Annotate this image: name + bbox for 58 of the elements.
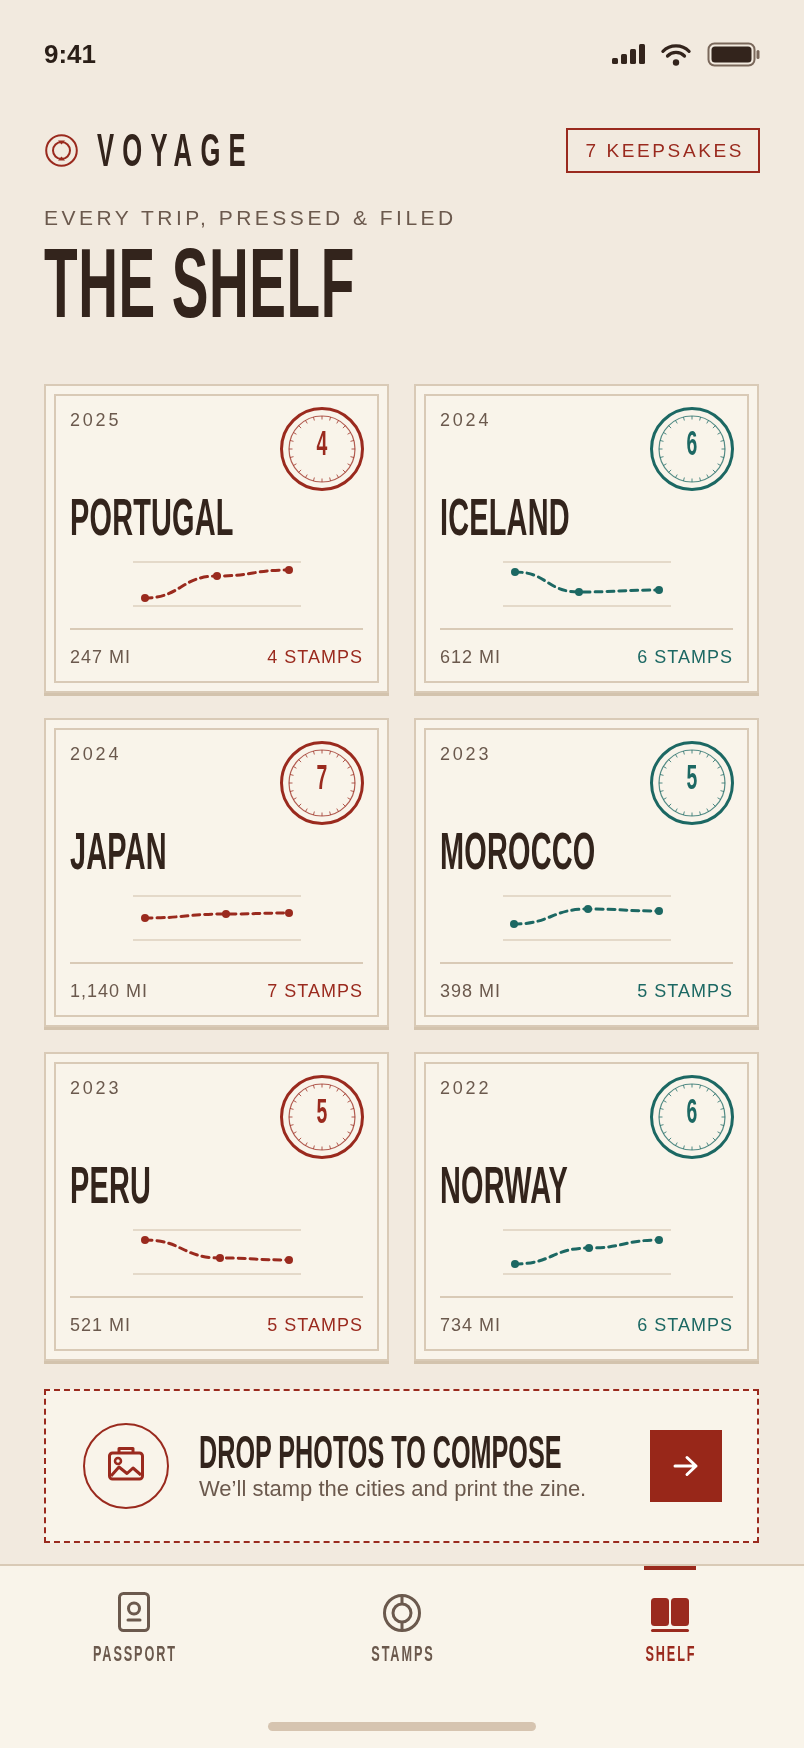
arrow-button[interactable] [650, 1430, 722, 1502]
trip-year: 2023 [440, 743, 492, 765]
photo-dropzone[interactable]: DROP PHOTOS TO COMPOSE We’ll stamp the cities and print the zine. [44, 1389, 759, 1543]
circular-arrows-icon [45, 134, 78, 167]
stamp-count: 5 STAMPS [637, 980, 733, 1002]
tab-button[interactable]: PASSPORT [0, 1566, 268, 1666]
trip-year: 2024 [70, 743, 122, 765]
ring-icon [383, 1594, 421, 1633]
trip-year: 2023 [70, 1077, 122, 1099]
battery-icon [707, 41, 760, 67]
country-name: PORTUGAL [70, 491, 234, 543]
country-name: PERU [70, 1159, 152, 1211]
trip-distance: 521 MI [70, 1314, 132, 1336]
trip-distance: 398 MI [440, 980, 502, 1002]
trip-card[interactable]: 2024 7 JAPAN 1,140 MI 7 STAMPS [44, 718, 389, 1027]
page-eyebrow: EVERY TRIP, PRESSED & FILED [44, 206, 458, 230]
trip-card[interactable]: 2023 5 MOROCCO 398 MI 5 STAMPS [414, 718, 759, 1027]
stamp-count: 4 STAMPS [267, 646, 363, 668]
brand-name: VOYAGE [97, 127, 254, 174]
keepsakes-button[interactable]: 7 KEEPSAKES [566, 128, 760, 173]
trip-card[interactable]: 2024 6 ICELAND 612 MI 6 STAMPS [414, 384, 759, 693]
signal-icon [612, 44, 645, 64]
trip-year: 2024 [440, 409, 492, 431]
books-icon [650, 1598, 690, 1633]
trip-card[interactable]: 2022 6 NORWAY 734 MI 6 STAMPS [414, 1052, 759, 1361]
country-name: ICELAND [440, 491, 570, 543]
dropzone-hint: We’ll stamp the cities and print the zine. [199, 1475, 588, 1502]
stamp-badge: 5 [280, 1075, 364, 1159]
dropzone-title: DROP PHOTOS TO COMPOSE [199, 1430, 562, 1476]
photo-icon [83, 1423, 169, 1509]
tab-button[interactable]: STAMPS [268, 1566, 536, 1666]
active-tab-indicator [644, 1566, 696, 1571]
page-title: THE SHELF [44, 234, 355, 333]
stamp-badge: 6 [650, 1075, 734, 1159]
trip-card[interactable]: 2023 5 PERU 521 MI 5 STAMPS [44, 1052, 389, 1361]
trip-card[interactable]: 2025 4 PORTUGAL 247 MI 4 STAMPS [44, 384, 389, 693]
arrow-right-icon [673, 1455, 699, 1477]
stamp-badge: 4 [280, 407, 364, 491]
passport-icon [118, 1592, 150, 1633]
status-time: 9:41 [44, 39, 97, 69]
stamp-count: 5 STAMPS [267, 1314, 363, 1336]
stamp-count: 7 STAMPS [267, 980, 363, 1002]
stamp-count: 6 STAMPS [637, 1314, 733, 1336]
trip-year: 2022 [440, 1077, 492, 1099]
country-name: MOROCCO [440, 825, 596, 877]
stamp-badge: 6 [650, 407, 734, 491]
trip-year: 2025 [70, 409, 122, 431]
trip-distance: 734 MI [440, 1314, 502, 1336]
trip-distance: 1,140 MI [70, 980, 149, 1002]
country-name: NORWAY [440, 1159, 569, 1211]
country-name: JAPAN [70, 825, 167, 877]
wifi-icon [660, 42, 692, 66]
stamp-badge: 7 [280, 741, 364, 825]
trip-distance: 612 MI [440, 646, 502, 668]
tab-button[interactable]: SHELF [536, 1566, 804, 1666]
stamp-badge: 5 [650, 741, 734, 825]
stamp-count: 6 STAMPS [637, 646, 733, 668]
trip-distance: 247 MI [70, 646, 132, 668]
